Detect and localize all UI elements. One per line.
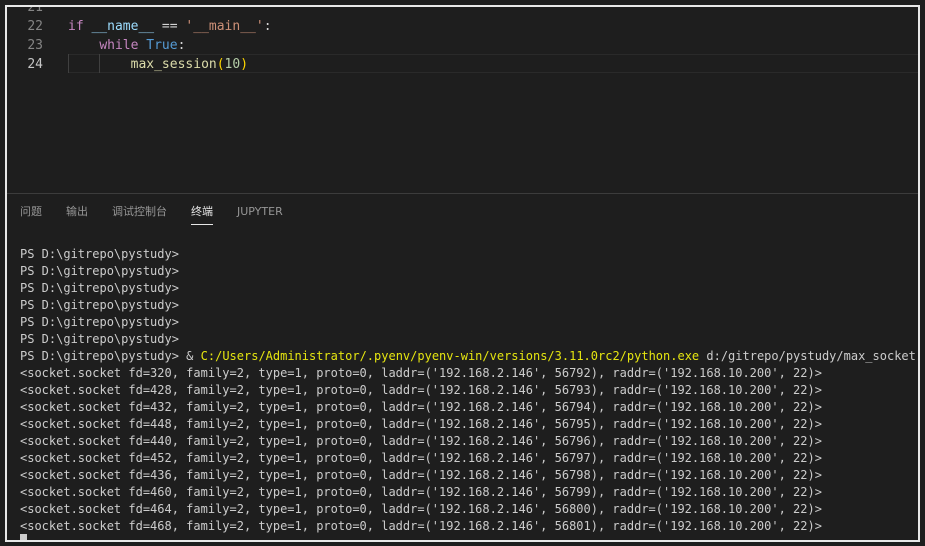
code-line[interactable]: 21: [7, 5, 918, 17]
terminal-command-arg: d:/gitrepo/pystudy/max_socket.py: [699, 349, 915, 363]
terminal-output-line: <socket.socket fd=460, family=2, type=1,…: [20, 485, 822, 499]
terminal-prompt-line: PS D:\gitrepo\pystudy>: [20, 332, 179, 346]
code-line[interactable]: 24 max_session(10): [7, 55, 918, 74]
line-number: 24: [27, 57, 43, 72]
terminal-prompt: PS D:\gitrepo\pystudy>: [20, 349, 179, 363]
terminal-command-prefix: &: [178, 349, 201, 363]
terminal-output-line: <socket.socket fd=428, family=2, type=1,…: [20, 383, 822, 397]
code-token: True: [146, 38, 178, 53]
code-token: :: [263, 19, 272, 34]
terminal-output-line: <socket.socket fd=448, family=2, type=1,…: [20, 417, 822, 431]
line-number: 21: [27, 5, 43, 15]
code-line[interactable]: 22 if __name__ == '__main__':: [7, 17, 918, 36]
terminal-output[interactable]: PS D:\gitrepo\pystudy> PS D:\gitrepo\pyst…: [20, 246, 915, 535]
code-token: 10: [224, 57, 241, 72]
tab-output[interactable]: 输出: [66, 204, 88, 220]
vscode-window: 21 22 if __name__ == '__main__': 23 while T…: [5, 5, 920, 542]
code-token: :: [177, 38, 186, 53]
line-number: 23: [27, 38, 43, 53]
terminal-cursor: [20, 534, 27, 540]
terminal-output-line: <socket.socket fd=436, family=2, type=1,…: [20, 468, 822, 482]
terminal-prompt-line: PS D:\gitrepo\pystudy>: [20, 281, 179, 295]
terminal-prompt-line: PS D:\gitrepo\pystudy>: [20, 264, 179, 278]
terminal-prompt-line: PS D:\gitrepo\pystudy>: [20, 315, 179, 329]
code-token: ==: [154, 19, 186, 34]
code-token: ): [240, 57, 249, 72]
code-token: if: [68, 19, 84, 34]
code-token: __name__: [91, 19, 155, 34]
tab-terminal[interactable]: 终端: [191, 204, 213, 225]
terminal-command-exe: C:/Users/Administrator/.pyenv/pyenv-win/…: [200, 349, 700, 363]
code-token: '__main__': [185, 19, 264, 34]
terminal-prompt-line: PS D:\gitrepo\pystudy>: [20, 298, 179, 312]
terminal-output-line: <socket.socket fd=452, family=2, type=1,…: [20, 451, 822, 465]
terminal-output-line: <socket.socket fd=320, family=2, type=1,…: [20, 366, 822, 380]
code-text: while True:: [68, 36, 185, 55]
code-token: while: [99, 38, 139, 53]
terminal-output-line: <socket.socket fd=464, family=2, type=1,…: [20, 502, 822, 516]
terminal-prompt-line: PS D:\gitrepo\pystudy>: [20, 247, 179, 261]
line-number: 22: [27, 19, 43, 34]
tab-problems[interactable]: 问题: [20, 204, 42, 220]
tab-jupyter[interactable]: JUPYTER: [237, 204, 283, 220]
code-editor[interactable]: 21 22 if __name__ == '__main__': 23 while T…: [7, 7, 918, 193]
terminal-output-line: <socket.socket fd=468, family=2, type=1,…: [20, 519, 822, 533]
tab-debug-console[interactable]: 调试控制台: [112, 204, 167, 220]
code-token: (: [216, 57, 225, 72]
terminal-output-line: <socket.socket fd=432, family=2, type=1,…: [20, 400, 822, 414]
code-token: max_session: [130, 57, 217, 72]
terminal-command-line: PS D:\gitrepo\pystudy> & C:/Users/Admini…: [20, 348, 915, 365]
code-text: max_session(10): [68, 55, 248, 74]
code-text: if __name__ == '__main__':: [68, 17, 272, 36]
code-line[interactable]: 23 while True:: [7, 36, 918, 55]
terminal-output-line: <socket.socket fd=440, family=2, type=1,…: [20, 434, 822, 448]
bottom-panel: 问题 输出 调试控制台 终端 JUPYTER PS D:\gitrepo\pys…: [7, 193, 918, 540]
